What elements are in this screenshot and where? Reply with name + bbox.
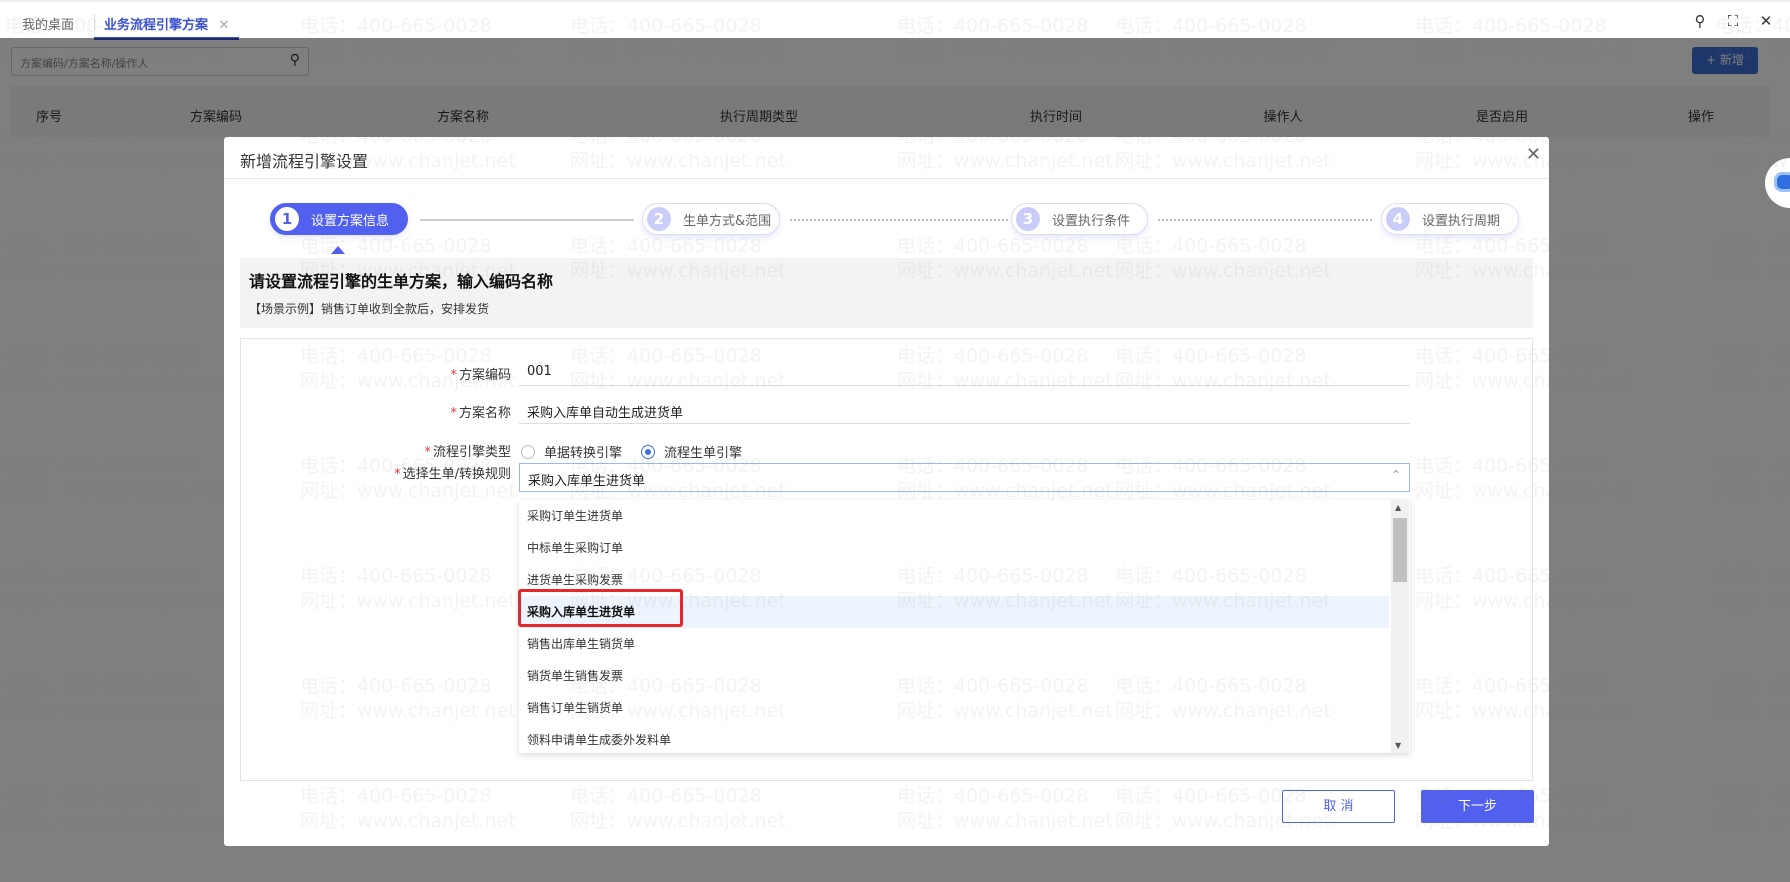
step-connector bbox=[1158, 219, 1372, 221]
scroll-down-icon[interactable]: ▼ bbox=[1395, 741, 1401, 750]
step-label: 设置方案信息 bbox=[311, 213, 390, 229]
search-icon[interactable]: ⚲ bbox=[1690, 12, 1710, 32]
title-divider bbox=[224, 178, 1549, 179]
close-icon[interactable]: ✕ bbox=[1526, 144, 1541, 165]
new-process-engine-dialog: 新增流程引擎设置 ✕ 1 设置方案信息 2 生单方式&范围 3 设置执行条件 4 设置执… bbox=[224, 137, 1549, 846]
scroll-up-icon[interactable]: ▲ bbox=[1395, 503, 1401, 512]
type-label: * 流程引擎类型 bbox=[424, 445, 511, 460]
dropdown-option[interactable]: 销售订单生销货单 bbox=[519, 692, 1389, 724]
info-box: 请设置流程引擎的生单方案，输入编码名称 【场景示例】销售订单收到全款后，安排发货 bbox=[240, 258, 1533, 328]
code-label: * 方案编码 bbox=[450, 368, 511, 383]
tab-bar: 我的桌面 业务流程引擎方案 ✕ ⚲ ⛶ ✕ bbox=[0, 0, 1790, 40]
step-label: 生单方式&范围 bbox=[683, 213, 772, 229]
step-3: 3 设置执行条件 bbox=[1011, 203, 1148, 235]
next-button[interactable]: 下一步 bbox=[1421, 790, 1534, 823]
step-number: 4 bbox=[1386, 207, 1410, 231]
close-icon[interactable]: ✕ bbox=[1756, 12, 1776, 32]
step-4: 4 设置执行周期 bbox=[1381, 203, 1519, 235]
tab-close-icon[interactable]: ✕ bbox=[219, 18, 230, 33]
dialog-title: 新增流程引擎设置 bbox=[240, 152, 369, 171]
form-panel: * 方案编码 001 * 方案名称 采购入库单自动生成进货单 * 流程引擎类型 单据转… bbox=[240, 338, 1533, 781]
radio-icon bbox=[521, 444, 535, 459]
dropdown-option[interactable]: 领料申请单生成委外发料单 bbox=[519, 724, 1389, 753]
step-connector bbox=[420, 219, 634, 221]
radio-checked-icon bbox=[641, 444, 655, 459]
name-input[interactable]: 采购入库单自动生成进货单 bbox=[519, 398, 1410, 424]
step-label: 设置执行条件 bbox=[1052, 213, 1131, 229]
tab-label: 业务流程引擎方案 bbox=[104, 18, 209, 33]
rule-select-value: 采购入库单生进货单 bbox=[528, 474, 646, 489]
radio-document-conversion[interactable]: 单据转换引擎 bbox=[521, 442, 622, 461]
active-step-pointer bbox=[331, 246, 345, 254]
chevron-up-icon: ⌃ bbox=[1390, 468, 1401, 482]
highlight-annotation-box bbox=[518, 589, 683, 627]
cancel-button[interactable]: 取 消 bbox=[1282, 790, 1395, 823]
name-label: * 方案名称 bbox=[450, 406, 511, 421]
dropdown-option[interactable]: 采购订单生进货单 bbox=[519, 500, 1389, 532]
fullscreen-icon[interactable]: ⛶ bbox=[1723, 12, 1743, 32]
rule-select[interactable]: 采购入库单生进货单 ⌃ bbox=[519, 463, 1410, 492]
step-2: 2 生单方式&范围 bbox=[642, 203, 780, 235]
tab-process-engine[interactable]: 业务流程引擎方案 ✕ bbox=[94, 14, 240, 40]
tab-my-desktop[interactable]: 我的桌面 bbox=[22, 14, 74, 33]
step-connector bbox=[790, 219, 1008, 221]
dropdown-option[interactable]: 中标单生采购订单 bbox=[519, 532, 1389, 564]
dropdown-scrollbar[interactable]: ▲ ▼ bbox=[1391, 500, 1409, 753]
step-number: 2 bbox=[647, 207, 671, 231]
info-example: 【场景示例】销售订单收到全款后，安排发货 bbox=[249, 302, 490, 316]
rule-label: * 选择生单/转换规则 bbox=[394, 467, 511, 482]
step-number: 3 bbox=[1016, 207, 1040, 231]
step-label: 设置执行周期 bbox=[1422, 213, 1501, 229]
dropdown-option[interactable]: 销售出库单生销货单 bbox=[519, 628, 1389, 660]
radio-process-generation[interactable]: 流程生单引擎 bbox=[641, 442, 742, 461]
step-number: 1 bbox=[275, 207, 299, 231]
step-1: 1 设置方案信息 bbox=[270, 203, 408, 235]
code-input[interactable]: 001 bbox=[519, 360, 1410, 386]
info-heading: 请设置流程引擎的生单方案，输入编码名称 bbox=[249, 272, 554, 291]
dropdown-option[interactable]: 销货单生销售发票 bbox=[519, 660, 1389, 692]
scrollbar-thumb[interactable] bbox=[1393, 518, 1407, 582]
